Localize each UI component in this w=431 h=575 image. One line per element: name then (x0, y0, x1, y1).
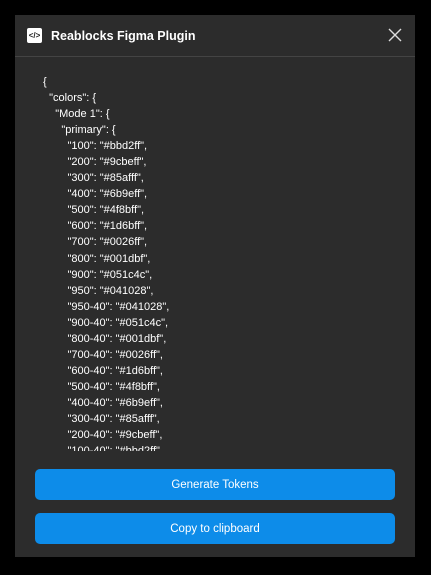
plugin-title: Reablocks Figma Plugin (51, 28, 196, 43)
copy-to-clipboard-button[interactable]: Copy to clipboard (35, 513, 395, 544)
json-output[interactable]: { "colors": { "Mode 1": { "primary": { "… (43, 73, 403, 451)
generate-tokens-button[interactable]: Generate Tokens (35, 469, 395, 500)
header: </> Reablocks Figma Plugin (15, 15, 415, 57)
code-logo-icon: </> (27, 28, 42, 43)
close-icon[interactable] (387, 27, 403, 43)
json-text: { "colors": { "Mode 1": { "primary": { "… (43, 76, 170, 451)
plugin-window: </> Reablocks Figma Plugin { "colors": {… (15, 15, 415, 557)
